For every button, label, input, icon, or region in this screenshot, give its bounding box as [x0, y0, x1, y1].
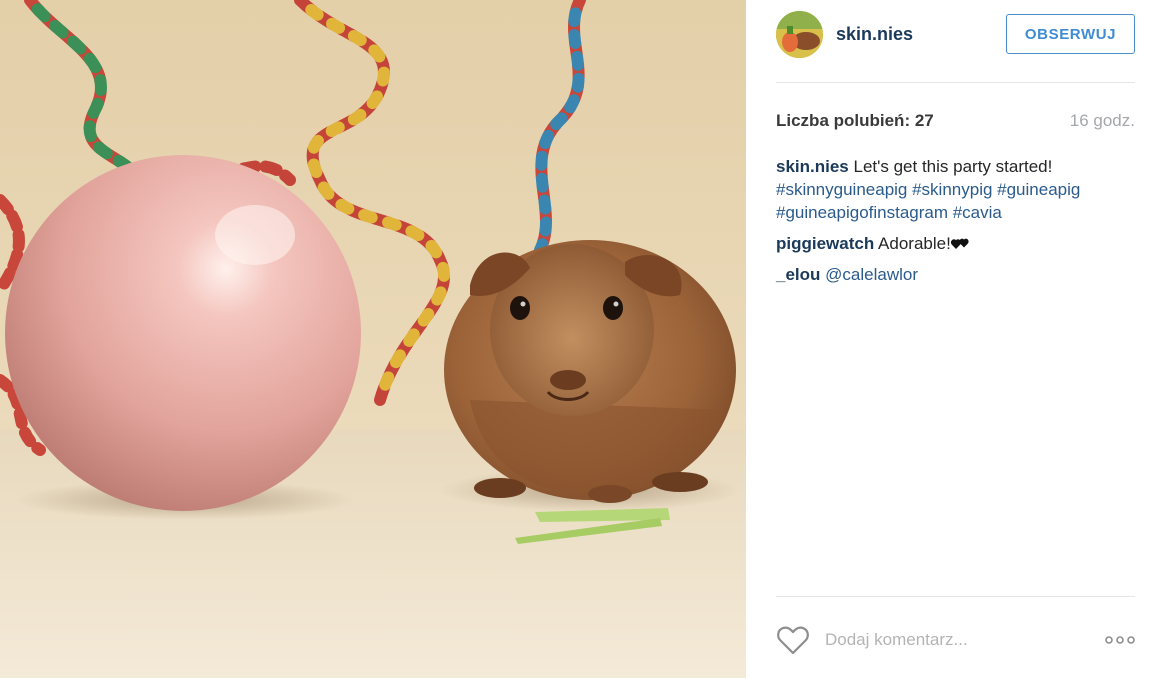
- comment-item: piggiewatch Adorable!: [776, 232, 1135, 255]
- comment-text: Let's get this party started!: [853, 157, 1053, 176]
- comment-username[interactable]: piggiewatch: [776, 234, 874, 253]
- comment-text: Adorable!: [878, 234, 951, 253]
- follow-button[interactable]: OBSERWUJ: [1006, 14, 1135, 54]
- heart-outline-icon[interactable]: [776, 624, 810, 656]
- pink-balloon: [5, 155, 361, 511]
- guinea-pig-party-photo: [0, 0, 746, 678]
- likes-count[interactable]: Liczba polubień: 27: [776, 111, 934, 131]
- header-divider: [776, 82, 1135, 83]
- add-comment-input[interactable]: [825, 630, 1085, 650]
- comment-username[interactable]: _elou: [776, 265, 820, 284]
- avatar-image: [776, 10, 823, 58]
- post-header: skin.nies OBSERWUJ: [776, 9, 1135, 59]
- comment-hashtags[interactable]: #skinnyguineapig #skinnypig #guineapig #…: [776, 180, 1080, 222]
- instagram-post-view: skin.nies OBSERWUJ Liczba polubień: 27 1…: [0, 0, 1156, 678]
- black-hearts-icon: [950, 238, 969, 249]
- comment-item: _elou @calelawlor: [776, 263, 1135, 286]
- avatar[interactable]: [776, 10, 823, 58]
- footer-divider: [776, 596, 1135, 597]
- post-side-panel: skin.nies OBSERWUJ Liczba polubień: 27 1…: [746, 0, 1156, 678]
- comment-username[interactable]: skin.nies: [776, 157, 849, 176]
- more-options-icon[interactable]: [1105, 634, 1135, 646]
- post-author-username[interactable]: skin.nies: [836, 24, 913, 45]
- caption-comment: skin.nies Let's get this party started! …: [776, 155, 1135, 224]
- comment-footer: [776, 620, 1135, 660]
- comment-mention[interactable]: @calelawlor: [825, 265, 918, 284]
- post-stats: Liczba polubień: 27 16 godz.: [776, 110, 1135, 132]
- post-timestamp[interactable]: 16 godz.: [1070, 111, 1135, 131]
- post-photo[interactable]: [0, 0, 746, 678]
- comments-list: skin.nies Let's get this party started! …: [776, 155, 1135, 294]
